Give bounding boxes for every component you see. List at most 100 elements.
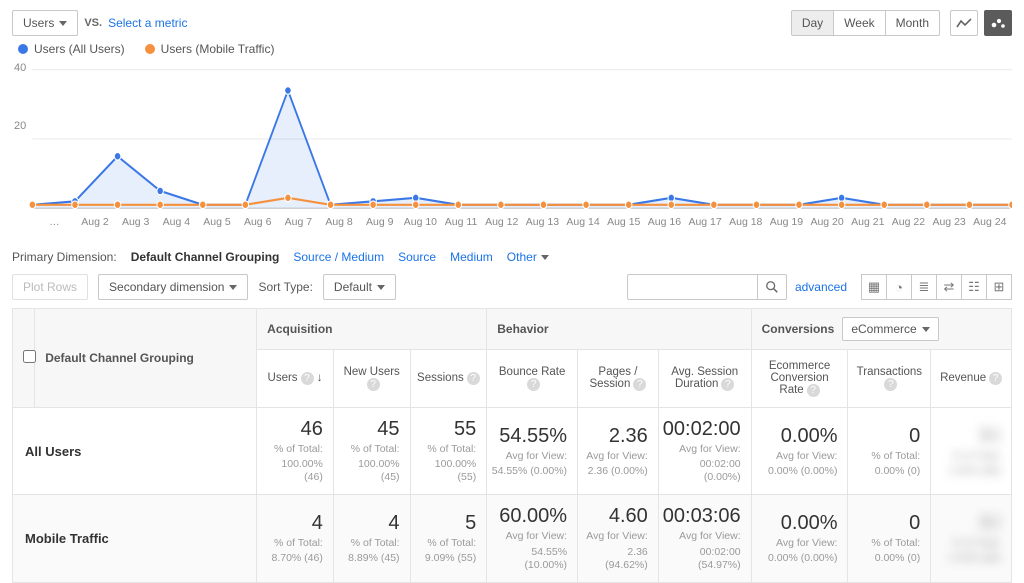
x-tick: Aug 21 — [847, 216, 888, 228]
period-month[interactable]: Month — [885, 10, 940, 36]
cell-sessions: 5% of Total:9.09% (55) — [410, 495, 487, 582]
help-icon[interactable]: ? — [527, 378, 540, 391]
dimension-link-source[interactable]: Source — [398, 250, 436, 264]
x-tick: Aug 15 — [603, 216, 644, 228]
col-transactions[interactable]: Transactions? — [848, 350, 931, 408]
cell-revenue: $0% of Total:0.00% ($0) — [931, 408, 1012, 495]
view-pie-icon[interactable]: ◔ — [886, 274, 912, 300]
x-tick: Aug 23 — [929, 216, 970, 228]
cell-ecr: 0.00%Avg for View:0.00% (0.00%) — [751, 408, 848, 495]
group-behavior: Behavior — [487, 309, 751, 350]
sort-type-label: Sort Type: — [258, 280, 312, 294]
line-chart-icon[interactable] — [950, 10, 978, 36]
help-icon[interactable]: ? — [467, 372, 480, 385]
view-comparison-icon[interactable]: ⇄ — [936, 274, 962, 300]
help-icon[interactable]: ? — [301, 372, 314, 385]
secondary-dimension-selector[interactable]: Secondary dimension — [98, 274, 248, 300]
help-icon[interactable]: ? — [721, 378, 734, 391]
table-row: All Users46% of Total:100.00% (46)45% of… — [13, 408, 1012, 495]
dot-icon — [145, 44, 155, 54]
x-tick: Aug 18 — [725, 216, 766, 228]
vs-label: VS. — [84, 17, 102, 29]
col-sessions-label: Sessions — [417, 372, 464, 384]
group-conversions-label: Conversions — [762, 322, 835, 336]
col-sessions[interactable]: Sessions? — [410, 350, 487, 408]
view-cloud-icon[interactable]: ☷ — [961, 274, 987, 300]
advanced-link[interactable]: advanced — [795, 280, 847, 294]
x-tick: … — [34, 216, 75, 228]
col-bounce-label: Bounce Rate — [499, 366, 566, 378]
cell-users: 46% of Total:100.00% (46) — [257, 408, 334, 495]
primary-dimension-row: Primary Dimension: Default Channel Group… — [12, 250, 1012, 264]
col-bounce-rate[interactable]: Bounce Rate? — [487, 350, 578, 408]
cell-trans: 0% of Total:0.00% (0) — [848, 495, 931, 582]
x-tick: Aug 11 — [441, 216, 482, 228]
dimension-active: Default Channel Grouping — [131, 250, 280, 264]
x-tick: Aug 8 — [319, 216, 360, 228]
dimension-link-medium[interactable]: Medium — [450, 250, 493, 264]
view-mode-group: ▦ ◔ ≣ ⇄ ☷ ⊞ — [861, 274, 1012, 300]
x-tick: Aug 2 — [75, 216, 116, 228]
chart-x-axis: …Aug 2Aug 3Aug 4Aug 5Aug 6Aug 7Aug 8Aug … — [12, 213, 1012, 228]
dimension-column-header[interactable]: Default Channel Grouping — [35, 309, 257, 408]
data-table: Default Channel Grouping Acquisition Beh… — [12, 308, 1012, 583]
conversions-selector[interactable]: eCommerce — [842, 317, 938, 341]
help-icon[interactable]: ? — [989, 372, 1002, 385]
period-week[interactable]: Week — [833, 10, 885, 36]
col-rev-label: Revenue — [940, 372, 986, 384]
x-tick: Aug 10 — [400, 216, 441, 228]
chevron-down-icon — [377, 285, 385, 290]
view-table-icon[interactable]: ▦ — [861, 274, 887, 300]
x-tick: Aug 3 — [115, 216, 156, 228]
group-acquisition: Acquisition — [257, 309, 487, 350]
col-avg-duration[interactable]: Avg. Session Duration? — [658, 350, 751, 408]
y-tick-40: 40 — [14, 62, 26, 74]
search-input[interactable] — [627, 274, 757, 300]
col-ecr-label: Ecommerce Conversion Rate — [769, 360, 830, 396]
x-tick: Aug 24 — [969, 216, 1010, 228]
view-bars-icon[interactable]: ≣ — [911, 274, 937, 300]
chart-svg — [12, 58, 1012, 213]
x-tick: Aug 14 — [563, 216, 604, 228]
sort-type-selector[interactable]: Default — [323, 274, 396, 300]
cell-pps: 2.36Avg for View:2.36 (0.00%) — [578, 408, 659, 495]
select-all-checkbox[interactable] — [23, 350, 36, 363]
col-new-users-label: New Users — [344, 366, 400, 378]
view-pivot-icon[interactable]: ⊞ — [986, 274, 1012, 300]
x-tick: Aug 16 — [644, 216, 685, 228]
cell-users: 4% of Total:8.70% (46) — [257, 495, 334, 582]
chart-legend: Users (All Users) Users (Mobile Traffic) — [18, 42, 1012, 56]
motion-chart-icon[interactable] — [984, 10, 1012, 36]
chevron-down-icon — [229, 285, 237, 290]
conversions-selector-label: eCommerce — [851, 322, 916, 336]
col-users[interactable]: Users? ↓ — [257, 350, 334, 408]
help-icon[interactable]: ? — [807, 384, 820, 397]
chevron-down-icon — [541, 255, 549, 260]
cell-duration: 00:03:06Avg for View:00:02:00 (54.97%) — [658, 495, 751, 582]
col-users-label: Users — [268, 372, 298, 384]
sort-desc-icon: ↓ — [317, 372, 323, 384]
help-icon[interactable]: ? — [633, 378, 646, 391]
col-new-users[interactable]: New Users? — [333, 350, 410, 408]
dimension-link-source-medium[interactable]: Source / Medium — [293, 250, 384, 264]
row-name: Mobile Traffic — [13, 495, 257, 582]
dimension-link-other[interactable]: Other — [507, 250, 549, 264]
y-tick-20: 20 — [14, 120, 26, 132]
col-ecr[interactable]: Ecommerce Conversion Rate? — [751, 350, 848, 408]
x-tick: Aug 13 — [522, 216, 563, 228]
col-pages-session[interactable]: Pages / Session? — [578, 350, 659, 408]
cell-duration: 00:02:00Avg for View:00:02:00 (0.00%) — [658, 408, 751, 495]
col-revenue[interactable]: Revenue? — [931, 350, 1012, 408]
search-button[interactable] — [757, 274, 787, 300]
table-row: Mobile Traffic4% of Total:8.70% (46)4% o… — [13, 495, 1012, 582]
secondary-dimension-label: Secondary dimension — [109, 280, 224, 294]
help-icon[interactable]: ? — [367, 378, 380, 391]
legend-item-mobile: Users (Mobile Traffic) — [145, 42, 275, 56]
x-tick: Aug 20 — [807, 216, 848, 228]
period-day[interactable]: Day — [791, 10, 834, 36]
search-icon — [765, 280, 779, 294]
sparkline-icon — [956, 17, 972, 29]
help-icon[interactable]: ? — [884, 378, 897, 391]
select-metric-link[interactable]: Select a metric — [108, 16, 187, 30]
metric-selector[interactable]: Users — [12, 10, 78, 36]
